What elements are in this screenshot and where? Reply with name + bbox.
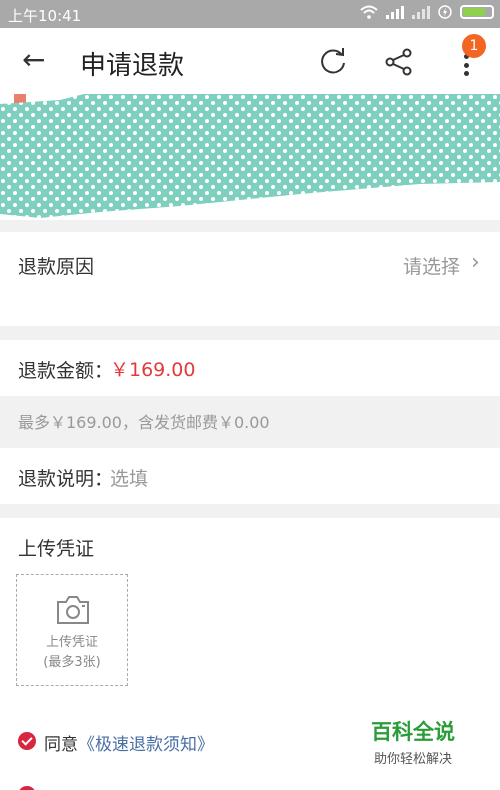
refund-amount-value: ￥169.00 [110, 359, 196, 381]
refund-terms-link[interactable]: 《极速退款须知》 [78, 735, 214, 755]
status-bar: 上午10:41 [0, 0, 500, 28]
redaction-pattern [0, 94, 500, 218]
signal-2-icon [412, 5, 430, 19]
refund-reason-value: 请选择 [403, 256, 461, 278]
upload-box-limit: (最多3张) [43, 655, 101, 670]
app-bar: ← 申请退款 1 [0, 28, 500, 94]
refresh-icon[interactable] [318, 46, 348, 76]
refund-explain-input[interactable]: 选填 [110, 464, 148, 491]
charging-icon [438, 5, 452, 19]
refund-reason-label: 退款原因 [18, 256, 95, 278]
second-checkbox[interactable] [18, 786, 36, 790]
refund-reason-row[interactable]: 退款原因 请选择 › [0, 232, 500, 326]
upload-box-label: 上传凭证 [45, 635, 98, 650]
signal-icon [386, 5, 404, 19]
agree-prefix: 同意 [44, 735, 78, 755]
refund-explain-row[interactable]: 退款说明： 选填 [0, 448, 500, 504]
upload-button[interactable]: 上传凭证 (最多3张) [16, 574, 128, 686]
status-icons [360, 5, 494, 19]
watermark-title: 百科全说 [371, 720, 455, 744]
chevron-right-icon: › [471, 250, 480, 275]
agree-checkbox[interactable] [18, 732, 36, 750]
camera-icon [57, 596, 89, 624]
watermark-subtitle: 助你轻松解决 [373, 752, 452, 767]
page-title: 申请退款 [80, 51, 185, 81]
product-card [0, 94, 500, 220]
refund-limit-text: 最多￥169.00，含发货邮费￥0.00 [18, 413, 270, 432]
agree-text: 同意《极速退款须知》 [44, 730, 214, 755]
back-arrow-icon[interactable]: ← [22, 46, 45, 74]
refund-explain-label: 退款说明： [18, 468, 114, 490]
share-icon[interactable] [385, 48, 413, 76]
wifi-icon [360, 5, 378, 19]
refund-amount-label: 退款金额： [18, 360, 114, 382]
refund-limit-note: 最多￥169.00，含发货邮费￥0.00 [0, 396, 500, 446]
upload-title: 上传凭证 [18, 538, 95, 560]
battery-icon [460, 5, 494, 19]
status-time: 上午10:41 [8, 7, 82, 25]
watermark-logo: 百科全说 助你轻松解决 [350, 712, 476, 768]
notification-badge: 1 [462, 34, 486, 58]
upload-section: 上传凭证 上传凭证 (最多3张) [0, 518, 500, 712]
refund-amount-row: 退款金额： ￥169.00 [0, 340, 500, 396]
